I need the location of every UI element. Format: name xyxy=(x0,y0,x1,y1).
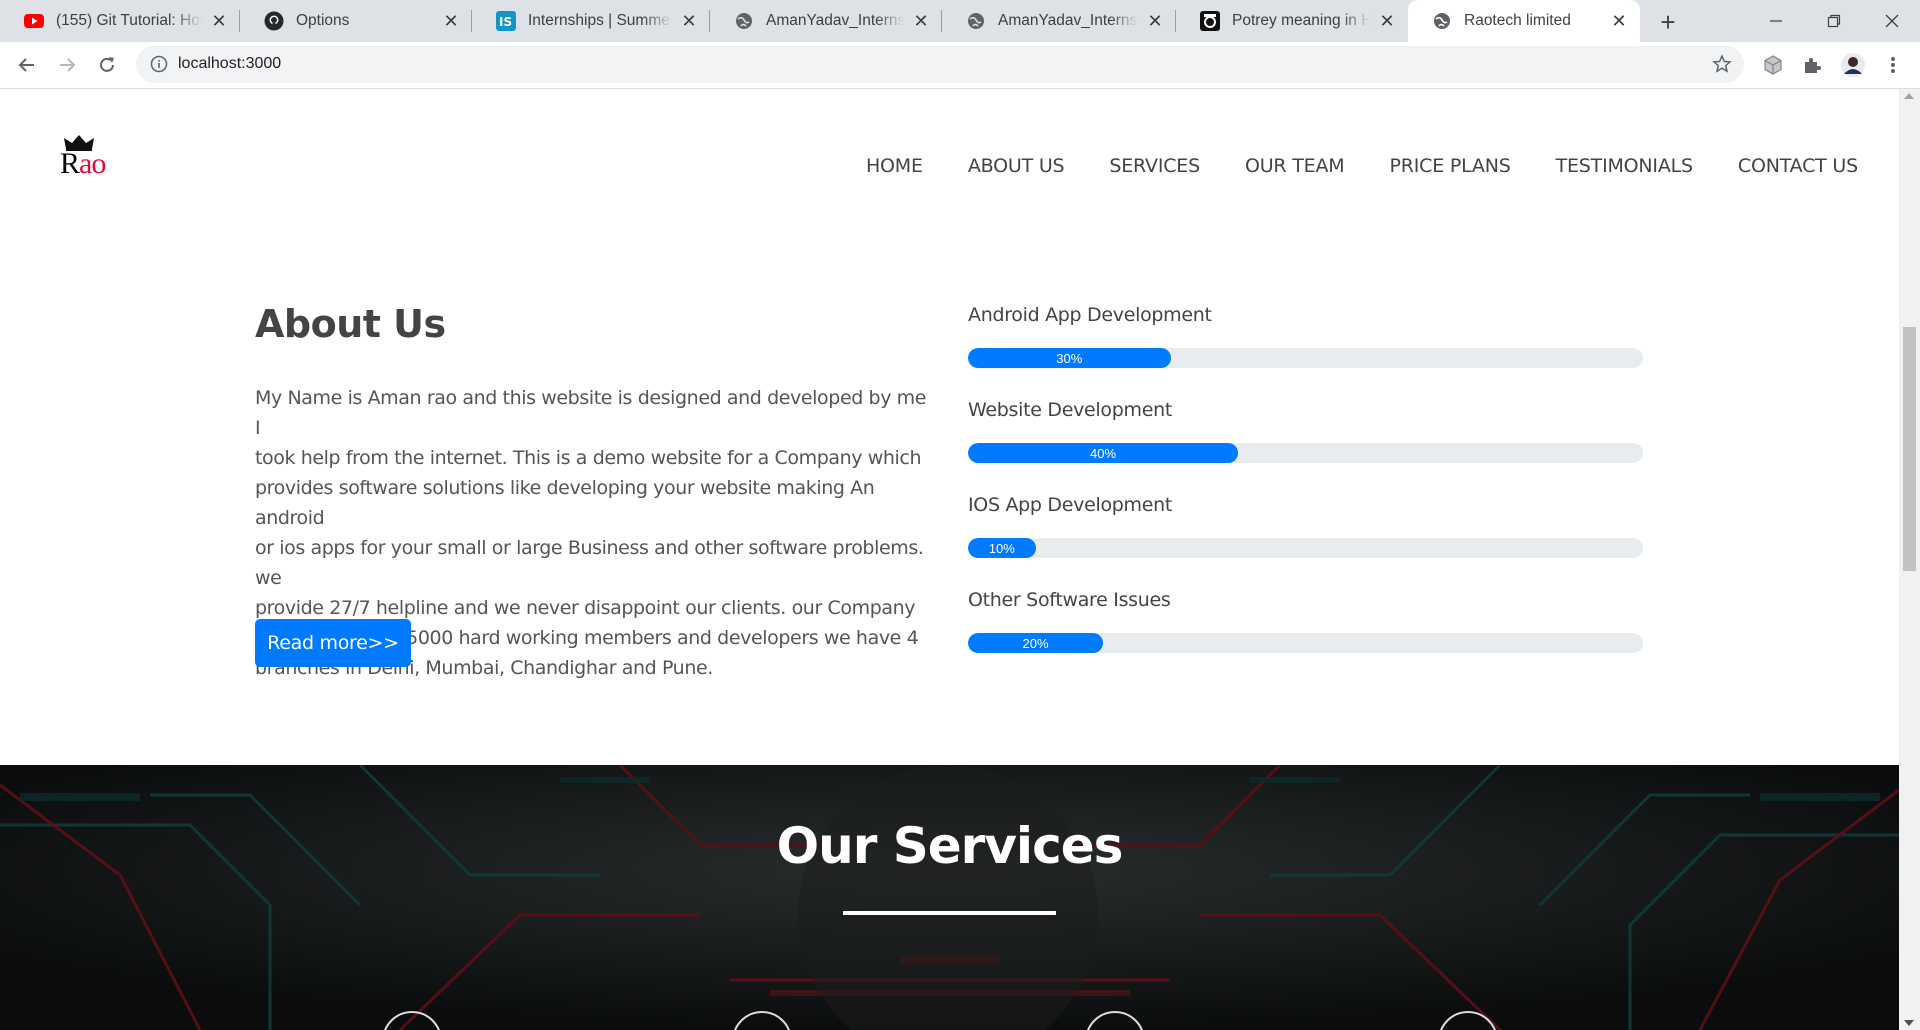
nav-price-plans[interactable]: PRICE PLANS xyxy=(1389,155,1510,177)
info-icon[interactable] xyxy=(150,55,168,78)
browser-toolbar: localhost:3000 xyxy=(0,42,1920,89)
nav-about-us[interactable]: ABOUT US xyxy=(968,155,1065,177)
tech-background-image xyxy=(0,765,1899,1030)
browser-tab[interactable]: AmanYadav_Internshala ✕ xyxy=(942,0,1176,42)
dictionary-icon xyxy=(1200,11,1220,31)
progress-bar: 30% xyxy=(968,348,1171,368)
tab-close-icon[interactable]: ✕ xyxy=(1144,10,1166,32)
skill-label: Android App Development xyxy=(968,304,1212,326)
tab-close-icon[interactable]: ✕ xyxy=(1608,10,1630,32)
site-logo[interactable]: Rao xyxy=(60,135,132,185)
nav-testimonials[interactable]: TESTIMONIALS xyxy=(1556,155,1693,177)
tab-title: (155) Git Tutorial: How xyxy=(56,12,202,29)
globe-icon xyxy=(966,11,986,31)
browser-menu-icon[interactable] xyxy=(1878,50,1908,80)
skill-label: Other Software Issues xyxy=(968,589,1171,611)
minimize-button[interactable] xyxy=(1748,0,1804,42)
extensions-puzzle-icon[interactable] xyxy=(1797,50,1827,80)
progress-bar: 20% xyxy=(968,633,1103,653)
tab-title: AmanYadav_Internshala xyxy=(998,12,1138,29)
back-button[interactable] xyxy=(12,50,42,80)
progress-track: 30% xyxy=(968,348,1643,368)
restore-button[interactable] xyxy=(1806,0,1862,42)
bookmark-star-icon[interactable] xyxy=(1712,54,1732,79)
main-nav: HOME ABOUT US SERVICES OUR TEAM PRICE PL… xyxy=(866,155,1858,177)
forward-button[interactable] xyxy=(52,50,82,80)
reload-button[interactable] xyxy=(92,50,122,80)
youtube-icon xyxy=(24,11,44,31)
browser-tab[interactable]: Potrey meaning in Hind ✕ xyxy=(1176,0,1408,42)
heading-underline xyxy=(843,911,1056,915)
browser-tab[interactable]: IS Internships | Summer Ir ✕ xyxy=(472,0,710,42)
skill-label: Website Development xyxy=(968,399,1172,421)
progress-bar: 40% xyxy=(968,443,1238,463)
read-more-button[interactable]: Read more>> xyxy=(255,619,411,667)
url-text: localhost:3000 xyxy=(178,55,282,72)
progress-bar: 10% xyxy=(968,538,1036,558)
services-heading: Our Services xyxy=(776,817,1124,875)
skill-ios: IOS App Development 10% xyxy=(968,494,1643,558)
browser-tab[interactable]: AmanYadav_Internshala ✕ xyxy=(710,0,942,42)
tab-close-icon[interactable]: ✕ xyxy=(678,10,700,32)
tab-close-icon[interactable]: ✕ xyxy=(910,10,932,32)
profile-avatar-icon[interactable] xyxy=(1838,50,1868,80)
scrollbar-thumb[interactable] xyxy=(1903,327,1916,571)
browser-tab-active[interactable]: Raotech limited ✕ xyxy=(1408,0,1640,42)
web-page: Rao HOME ABOUT US SERVICES OUR TEAM PRIC… xyxy=(0,89,1899,1030)
nav-contact-us[interactable]: CONTACT US xyxy=(1738,155,1858,177)
skill-other: Other Software Issues 20% xyxy=(968,589,1643,653)
skill-website: Website Development 40% xyxy=(968,399,1643,463)
github-icon xyxy=(264,11,284,31)
new-tab-button[interactable]: + xyxy=(1654,7,1682,37)
services-section: Our Services xyxy=(0,765,1899,1030)
tab-title: Internships | Summer Ir xyxy=(528,12,672,29)
skill-android: Android App Development 30% xyxy=(968,304,1643,368)
scroll-up-arrow-icon[interactable] xyxy=(1904,93,1914,99)
progress-track: 40% xyxy=(968,443,1643,463)
nav-services[interactable]: SERVICES xyxy=(1109,155,1200,177)
tab-title: AmanYadav_Internshala xyxy=(766,12,904,29)
svg-text:IS: IS xyxy=(499,15,512,29)
close-window-button[interactable] xyxy=(1864,0,1920,42)
tab-close-icon[interactable]: ✕ xyxy=(440,10,462,32)
tab-title: Potrey meaning in Hind xyxy=(1232,12,1370,29)
address-bar[interactable]: localhost:3000 xyxy=(136,46,1744,83)
browser-tab-strip: (155) Git Tutorial: How ✕ Options ✕ IS I… xyxy=(0,0,1920,42)
extension-cube-icon[interactable] xyxy=(1758,50,1788,80)
skill-label: IOS App Development xyxy=(968,494,1173,516)
page-scrollbar[interactable] xyxy=(1899,89,1920,1030)
globe-icon xyxy=(1432,11,1452,31)
about-heading: About Us xyxy=(255,302,446,346)
internshala-icon: IS xyxy=(496,11,516,31)
tab-title: Options xyxy=(296,12,350,29)
progress-track: 20% xyxy=(968,633,1643,653)
browser-tab[interactable]: Options ✕ xyxy=(240,0,472,42)
globe-icon xyxy=(734,11,754,31)
tab-title: Raotech limited xyxy=(1464,12,1571,29)
tab-close-icon[interactable]: ✕ xyxy=(208,10,230,32)
browser-tab[interactable]: (155) Git Tutorial: How ✕ xyxy=(0,0,240,42)
nav-our-team[interactable]: OUR TEAM xyxy=(1245,155,1345,177)
tab-close-icon[interactable]: ✕ xyxy=(1376,10,1398,32)
scroll-down-arrow-icon[interactable] xyxy=(1904,1020,1914,1026)
nav-home[interactable]: HOME xyxy=(866,155,923,177)
progress-track: 10% xyxy=(968,538,1643,558)
